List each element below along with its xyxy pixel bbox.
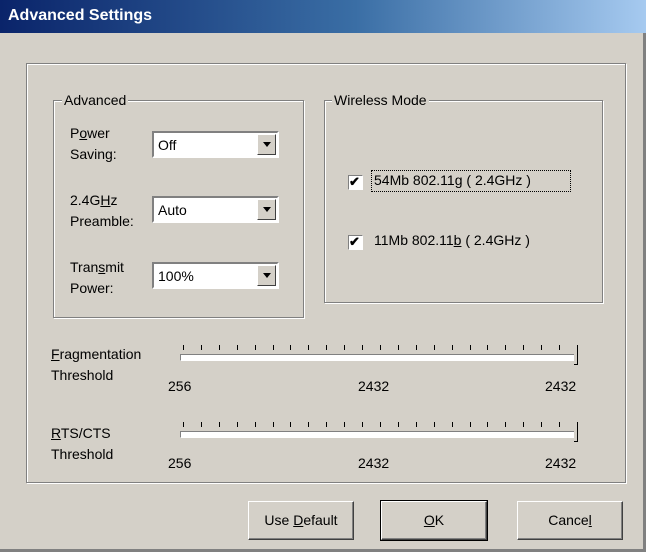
slider-tick: [380, 345, 381, 350]
slider-tick: [541, 345, 543, 350]
slider-tick: [523, 422, 525, 427]
slider-tick: [433, 345, 435, 350]
title-bar[interactable]: Advanced Settings: [0, 0, 646, 33]
dropdown-button[interactable]: [257, 134, 276, 155]
fragmentation-current: 2432: [358, 378, 390, 394]
wireless-mode-group: [324, 100, 603, 303]
advanced-legend: Advanced: [62, 92, 129, 108]
slider-tick: [236, 422, 238, 427]
slider-tick: [200, 345, 202, 350]
slider-tick: [541, 422, 543, 427]
checkbox-54mb-label[interactable]: 54Mb 802.11g ( 2.4GHz ): [374, 171, 531, 190]
slider-tick: [451, 345, 453, 350]
slider-tick: [559, 345, 561, 350]
slider-tick: [559, 422, 561, 427]
window-title: Advanced Settings: [8, 7, 153, 24]
fragmentation-label-1: Fragmentation: [51, 346, 142, 362]
checkbox-11mb[interactable]: ✔: [348, 234, 363, 250]
preamble-value: Auto: [158, 202, 187, 218]
slider-tick: [487, 422, 489, 427]
slider-tick: [218, 422, 220, 427]
slider-tick: [469, 422, 471, 427]
fragmentation-slider[interactable]: [180, 354, 578, 361]
preamble-select[interactable]: Auto: [152, 196, 279, 223]
power-saving-value: Off: [158, 137, 177, 153]
slider-tick: [433, 422, 435, 427]
slider-tick: [236, 345, 238, 350]
chevron-down-icon: [263, 142, 271, 147]
slider-tick: [397, 422, 399, 427]
rts-cts-min: 256: [168, 455, 192, 471]
slider-tick: [380, 422, 381, 427]
slider-tick: [272, 422, 274, 427]
cancel-button[interactable]: Cancel: [517, 501, 623, 540]
slider-tick: [183, 422, 184, 427]
slider-tick: [362, 422, 364, 427]
slider-tick: [272, 345, 274, 350]
slider-tick: [344, 345, 346, 350]
slider-tick: [344, 422, 346, 427]
use-default-button[interactable]: Use Default: [248, 501, 354, 540]
slider-tick: [290, 422, 292, 427]
rts-cts-max: 2432: [545, 455, 577, 471]
slider-tick: [308, 345, 310, 350]
preamble-label-2: Preamble:: [70, 213, 134, 229]
power-saving-label-1: Power: [70, 125, 110, 141]
slider-tick: [415, 422, 417, 427]
fragmentation-label-2: Threshold: [51, 367, 114, 383]
checkbox-54mb[interactable]: ✔: [348, 174, 363, 190]
slider-tick: [469, 345, 471, 350]
transmit-power-value: 100%: [158, 268, 194, 284]
slider-tick: [326, 422, 328, 427]
power-saving-label-2: Saving:: [70, 146, 117, 162]
checkmark-icon: ✔: [349, 234, 360, 249]
checkmark-icon: ✔: [349, 174, 360, 189]
preamble-label-1: 2.4GHz: [70, 192, 118, 208]
slider-tick: [505, 345, 507, 350]
chevron-down-icon: [263, 273, 271, 278]
slider-tick: [218, 345, 220, 350]
rts-cts-current: 2432: [358, 455, 390, 471]
slider-tick: [254, 422, 256, 427]
chevron-down-icon: [263, 207, 271, 212]
power-saving-select[interactable]: Off: [152, 131, 279, 158]
slider-tick: [200, 422, 202, 427]
slider-tick: [362, 345, 364, 350]
transmit-power-select[interactable]: 100%: [152, 262, 279, 289]
transmit-power-label-2: Power:: [70, 280, 114, 296]
rts-cts-label-1: RTS/CTS: [51, 425, 111, 441]
rts-cts-slider-thumb[interactable]: [574, 426, 578, 442]
slider-tick: [505, 422, 507, 427]
wireless-mode-legend: Wireless Mode: [332, 92, 429, 108]
fragmentation-slider-thumb[interactable]: [574, 349, 578, 365]
dropdown-button[interactable]: [257, 265, 276, 286]
slider-tick: [487, 345, 489, 350]
dropdown-button[interactable]: [257, 199, 276, 220]
transmit-power-label-1: Transmit: [70, 259, 124, 275]
slider-tick: [308, 422, 310, 427]
slider-tick: [397, 345, 399, 350]
fragmentation-min: 256: [168, 378, 192, 394]
slider-tick: [415, 345, 417, 350]
slider-tick: [183, 345, 184, 350]
slider-tick: [451, 422, 453, 427]
fragmentation-max: 2432: [545, 378, 577, 394]
ok-button[interactable]: OK: [380, 500, 488, 541]
slider-tick: [290, 345, 292, 350]
checkbox-11mb-label[interactable]: 11Mb 802.11b ( 2.4GHz ): [374, 231, 530, 250]
rts-cts-label-2: Threshold: [51, 446, 114, 462]
slider-tick: [254, 345, 256, 350]
rts-cts-slider[interactable]: [180, 431, 578, 438]
slider-tick: [326, 345, 328, 350]
slider-tick: [523, 345, 525, 350]
